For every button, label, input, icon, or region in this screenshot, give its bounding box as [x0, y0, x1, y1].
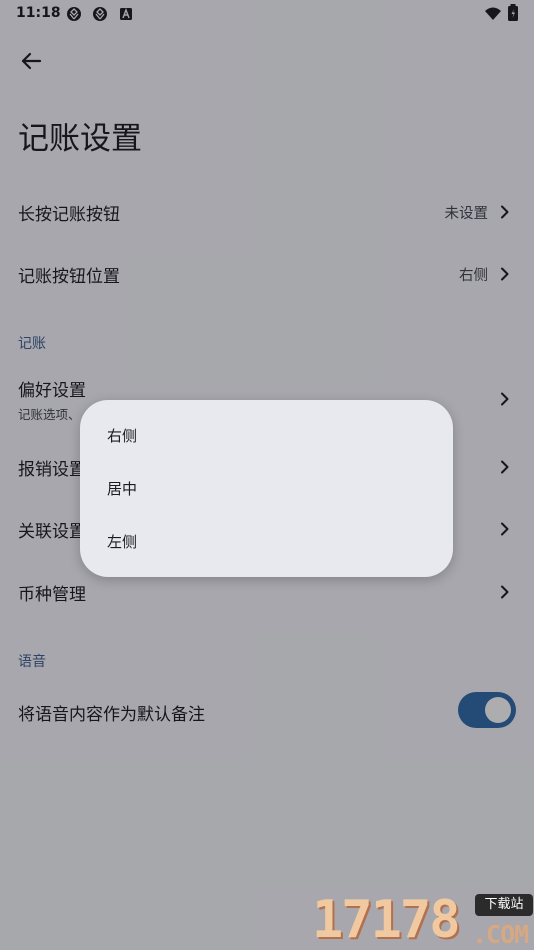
popup-option-center[interactable]: 居中 — [80, 462, 453, 515]
popup-option-label: 居中 — [107, 480, 138, 498]
popup-option-left[interactable]: 左侧 — [80, 515, 453, 568]
watermark-domain: .COM — [472, 920, 529, 949]
popup-option-label: 右侧 — [107, 427, 138, 445]
popup-option-label: 左侧 — [107, 533, 138, 551]
position-popup-menu: 右侧 居中 左侧 — [80, 400, 453, 577]
watermark-badge: 下载站 — [475, 894, 533, 916]
watermark-digits: 17178 — [312, 890, 461, 950]
popup-option-right[interactable]: 右侧 — [80, 409, 453, 462]
site-watermark: 17178 下载站 .COM — [310, 880, 534, 950]
